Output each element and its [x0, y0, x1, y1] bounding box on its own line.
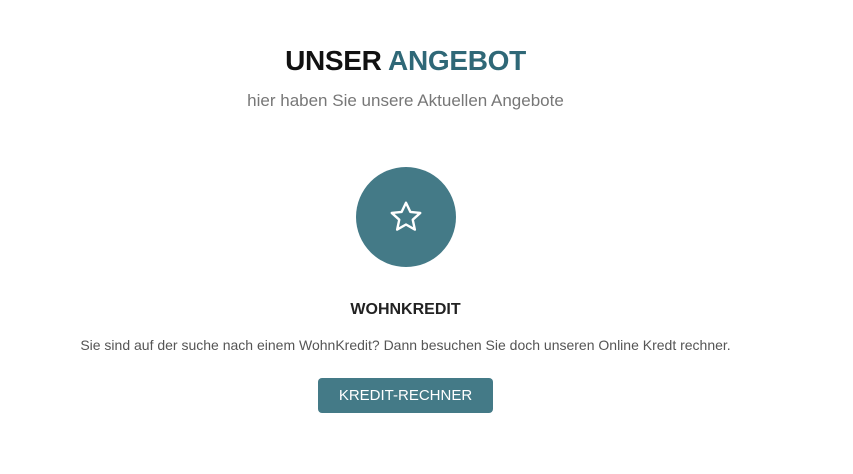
section-title: UNSER ANGEBOT — [0, 44, 811, 78]
kredit-rechner-button[interactable]: KREDIT-RECHNER — [318, 378, 493, 413]
section-subtitle: hier haben Sie unsere Aktuellen Angebote — [247, 91, 564, 110]
offer-description: Sie sind auf der suche nach einem WohnKr… — [80, 337, 731, 353]
star-icon — [390, 201, 422, 231]
offer-icon-circle — [356, 167, 456, 267]
section-title-part2: ANGEBOT — [388, 45, 526, 76]
section-title-part1: UNSER — [285, 45, 382, 76]
offer-title: WOHNKREDIT — [350, 301, 461, 318]
